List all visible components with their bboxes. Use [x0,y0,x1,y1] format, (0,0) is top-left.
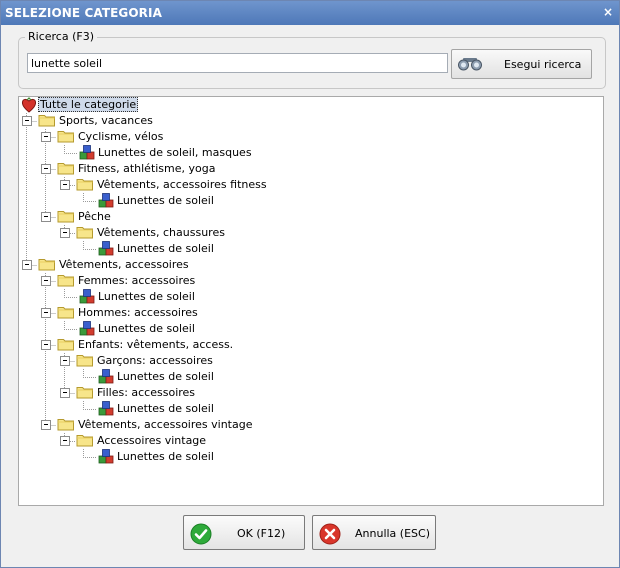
folder-icon [76,353,94,370]
folder-icon [57,417,75,434]
tree-node-label: Accessoires vintage [97,434,207,447]
folder-icon [57,337,75,354]
folder-icon [76,177,94,194]
tree-node-label: Cyclisme, vélos [78,130,164,143]
ok-button-label: OK (F12) [237,527,286,540]
tree-node-label: Lunettes de soleil [98,322,195,335]
tree-node-label: Lunettes de soleil [117,402,214,415]
search-group-label: Ricerca (F3) [25,30,97,43]
cancel-button-label: Annulla (ESC) [355,527,430,540]
collapse-toggle-icon[interactable] [60,388,70,398]
collapse-toggle-icon[interactable] [41,164,51,174]
cancel-icon [319,523,341,548]
folder-icon [38,113,56,130]
search-button-label: Esegui ricerca [504,58,582,71]
folder-icon [57,129,75,146]
category-item-icon [98,449,115,467]
tree-node-label: Filles: accessoires [97,386,196,399]
tree-node-label: Enfants: vêtements, access. [78,338,234,351]
folder-icon [76,433,94,450]
folder-icon [57,161,75,178]
category-item-icon [98,401,115,419]
tree-node-label: Femmes: accessoires [78,274,196,287]
tree-node-label: Lunettes de soleil [117,194,214,207]
binoculars-icon [457,57,483,74]
title-bar: SELEZIONE CATEGORIA × [1,1,619,25]
tree-node-label: Lunettes de soleil [98,290,195,303]
category-item-icon [98,369,115,387]
folder-icon [57,273,75,290]
collapse-toggle-icon[interactable] [60,356,70,366]
tree-node-label: Vêtements, accessoires fitness [97,178,267,191]
collapse-toggle-icon[interactable] [41,420,51,430]
collapse-toggle-icon[interactable] [60,228,70,238]
tree-node-label: Vêtements, accessoires [59,258,189,271]
checkmark-icon [190,523,212,548]
tree-node-label: Lunettes de soleil [117,242,214,255]
collapse-toggle-icon[interactable] [41,340,51,350]
collapse-toggle-icon[interactable] [41,308,51,318]
collapse-toggle-icon[interactable] [41,276,51,286]
search-input[interactable] [27,53,448,73]
tree-node-label: Lunettes de soleil, masques [98,146,252,159]
category-item-icon [79,145,96,163]
category-item-icon [98,241,115,259]
folder-icon [57,209,75,226]
tree-node-label: Lunettes de soleil [117,450,214,463]
tree-node-label: Lunettes de soleil [117,370,214,383]
ok-button[interactable]: OK (F12) [183,515,305,550]
collapse-toggle-icon[interactable] [22,260,32,270]
folder-icon [38,257,56,274]
tree-node-label: Garçons: accessoires [97,354,213,367]
category-item-icon [98,193,115,211]
tree-node-label: Tutte le categorie [38,97,139,112]
folder-icon [57,305,75,322]
category-item-icon [79,321,96,339]
tree-node-label: Fitness, athlétisme, yoga [78,162,216,175]
cancel-button[interactable]: Annulla (ESC) [312,515,436,550]
tree-node-label: Sports, vacances [59,114,153,127]
window-title: SELEZIONE CATEGORIA [5,6,162,20]
collapse-toggle-icon[interactable] [22,116,32,126]
category-item-icon [79,289,96,307]
root-strawberry-icon [21,97,37,116]
close-icon[interactable]: × [603,5,613,19]
search-group: Ricerca (F3) Esegui ricerca [18,30,606,89]
category-selection-dialog: SELEZIONE CATEGORIA × Ricerca (F3) Esegu… [0,0,620,568]
tree-node-label: Vêtements, accessoires vintage [78,418,253,431]
collapse-toggle-icon[interactable] [60,436,70,446]
collapse-toggle-icon[interactable] [41,212,51,222]
tree-node-label: Pêche [78,210,111,223]
tree-node-label: Vêtements, chaussures [97,226,225,239]
search-button[interactable]: Esegui ricerca [451,49,592,79]
folder-icon [76,225,94,242]
tree-node-label: Hommes: accessoires [78,306,198,319]
collapse-toggle-icon[interactable] [60,180,70,190]
folder-icon [76,385,94,402]
collapse-toggle-icon[interactable] [41,132,51,142]
category-tree[interactable]: Tutte le categorie Sports, vacances Cyclis… [18,96,604,506]
